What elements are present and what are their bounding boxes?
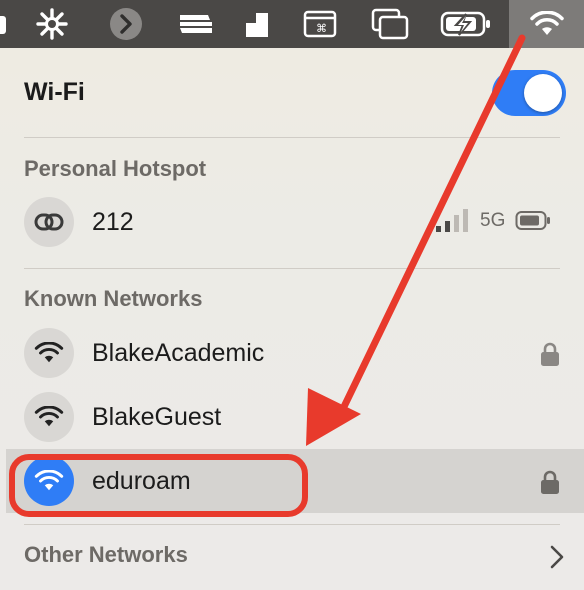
wifi-toggle[interactable]: [492, 70, 566, 116]
network-type-label: 5G: [480, 210, 506, 231]
link-icon: [24, 197, 74, 247]
app-edge-icon[interactable]: [0, 0, 10, 48]
divider: [24, 137, 560, 138]
chevron-right-circle-icon[interactable]: [106, 0, 146, 48]
cmd-window-icon[interactable]: ⌘: [302, 0, 338, 48]
svg-text:⌘: ⌘: [316, 22, 327, 35]
divider: [24, 524, 560, 525]
menu-bar: ⌘: [0, 0, 584, 48]
signal-bars-icon: [436, 209, 468, 232]
network-name: BlakeAcademic: [92, 339, 265, 367]
battery-charging-icon[interactable]: [440, 0, 492, 48]
wifi-icon: [24, 328, 74, 378]
lines-icon[interactable]: [176, 0, 216, 48]
toggle-knob: [524, 74, 562, 112]
network-row[interactable]: BlakeGuest: [0, 385, 584, 449]
hotspot-status: 5G: [434, 208, 551, 234]
other-networks-label[interactable]: Other Networks: [24, 542, 188, 568]
network-row[interactable]: BlakeAcademic: [0, 321, 584, 385]
divider: [24, 268, 560, 269]
annotation-highlight-box: [9, 454, 308, 517]
known-networks-heading: Known Networks: [24, 286, 203, 311]
chevron-right-icon[interactable]: [548, 544, 566, 570]
personal-hotspot-heading: Personal Hotspot: [24, 156, 207, 181]
battery-icon: [515, 211, 551, 230]
wedge-icon[interactable]: [240, 0, 272, 48]
window-stack-icon[interactable]: [370, 0, 410, 48]
hotspot-name: 212: [92, 208, 134, 236]
wifi-icon: [24, 392, 74, 442]
lock-icon: [541, 470, 559, 494]
sun-settings-icon[interactable]: [32, 0, 72, 48]
network-name: BlakeGuest: [92, 403, 222, 431]
wifi-title: Wi-Fi: [24, 78, 85, 106]
wifi-menu-icon[interactable]: [509, 0, 584, 48]
lock-icon: [541, 342, 559, 366]
